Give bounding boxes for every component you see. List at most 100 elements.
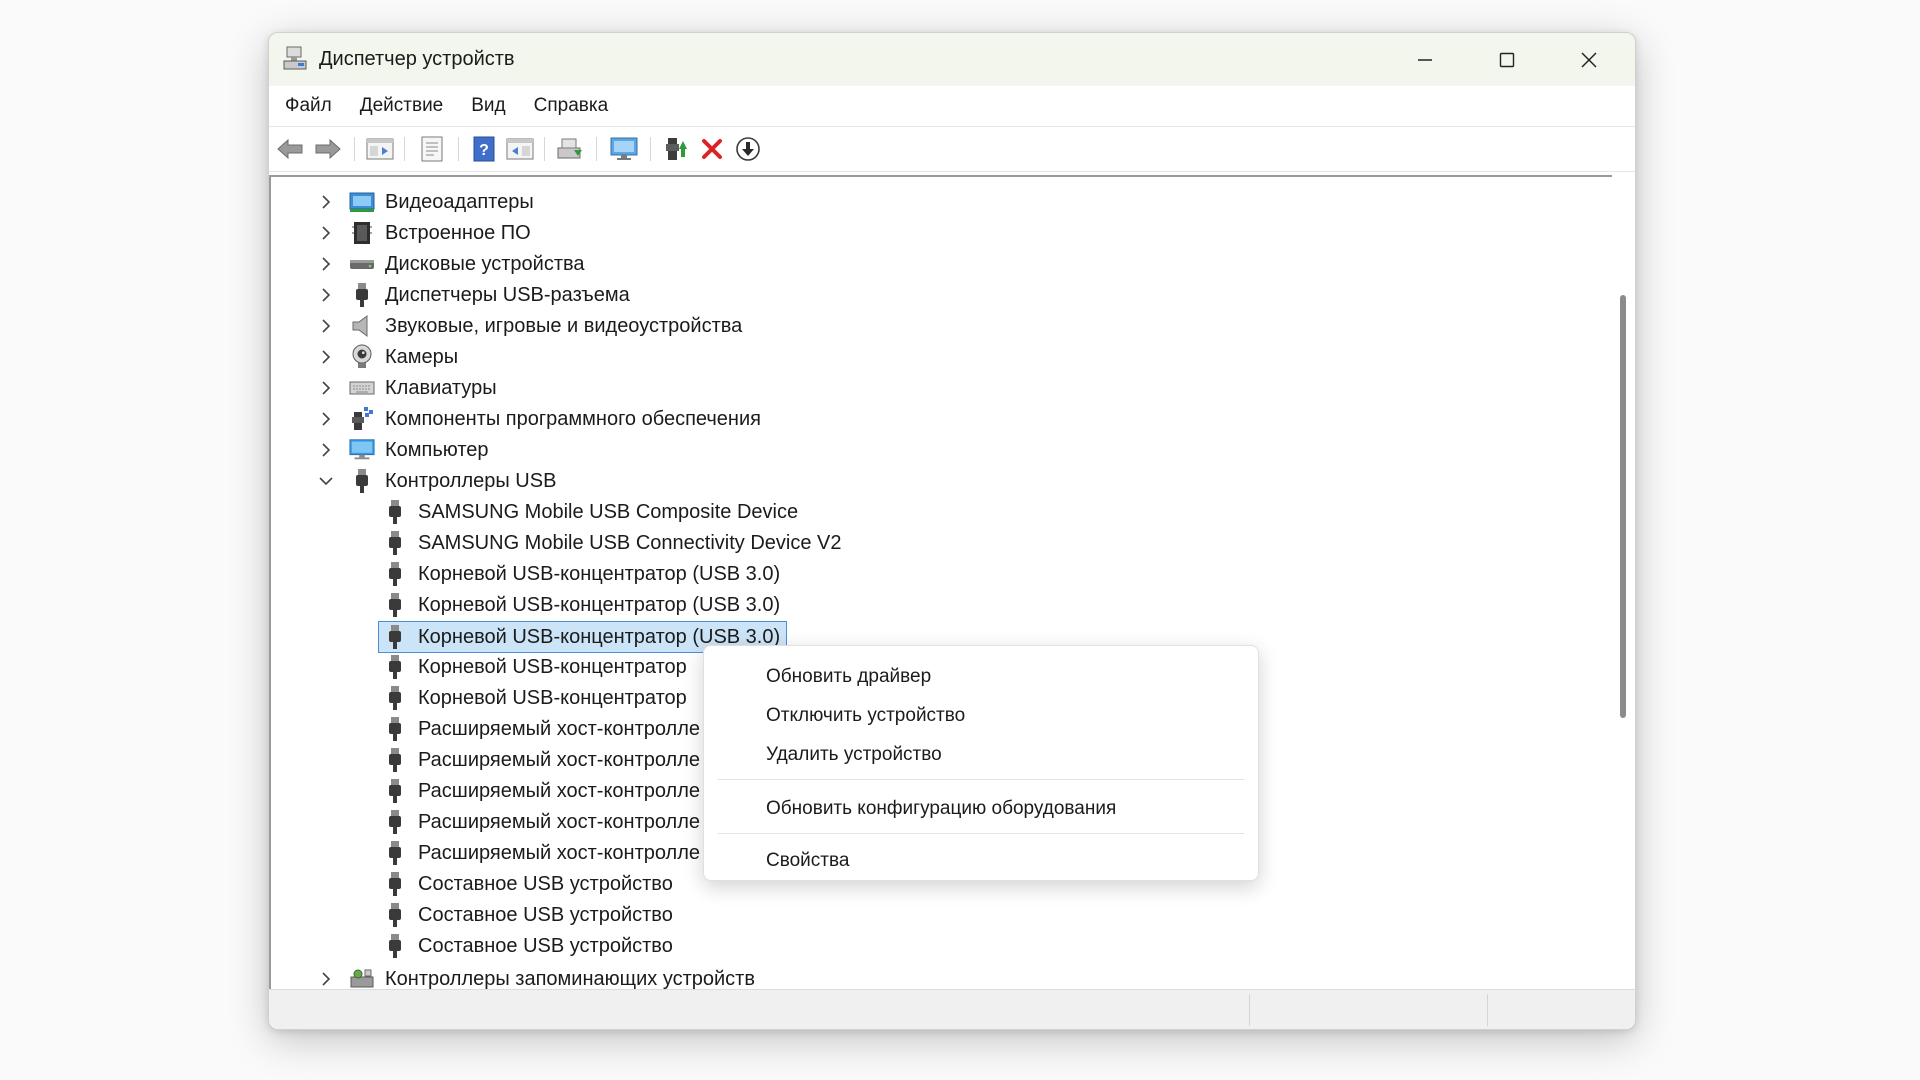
tree-device-row[interactable]: Расширяемый хост-контролле <box>382 714 700 744</box>
forward-button[interactable] <box>313 135 343 163</box>
tree-category-row[interactable]: Встроенное ПО <box>315 218 531 248</box>
tree-category-row[interactable]: Контроллеры запоминающих устройств <box>315 964 755 989</box>
scan-hardware-icon <box>557 138 582 159</box>
enable-device-toolbar-button[interactable] <box>733 135 763 163</box>
tree-category-label: Встроенное ПО <box>385 221 531 244</box>
tree-device-row[interactable]: Расширяемый хост-контролле <box>382 838 700 868</box>
toolbar-separator <box>404 137 405 161</box>
tree-device-row[interactable]: Расширяемый хост-контролле <box>382 776 700 806</box>
tree-category-row[interactable]: Дисковые устройства <box>315 249 585 279</box>
uninstall-device-menu-item[interactable]: Удалить устройство <box>704 736 1258 774</box>
properties-toolbar-button[interactable] <box>417 135 447 163</box>
tree-device-row[interactable]: Корневой USB-концентратор (USB 3.0) <box>382 559 780 589</box>
tree-device-label: Корневой USB-концентратор (USB 3.0) <box>418 562 781 585</box>
chevron-right-icon[interactable] <box>315 964 337 989</box>
tree-device-row[interactable]: Составное USB устройство <box>382 869 673 899</box>
action-pane-icon <box>506 138 534 160</box>
tree-device-label: Составное USB устройство <box>418 872 673 895</box>
tree-category-label: Контроллеры запоминающих устройств <box>385 967 755 990</box>
tree-device-row[interactable]: SAMSUNG Mobile USB Connectivity Device V… <box>382 528 841 558</box>
monitor-icon <box>610 137 638 160</box>
menu-file[interactable]: Файл <box>285 91 332 121</box>
toolbar-separator <box>544 137 545 161</box>
show-hide-console-tree-button[interactable] <box>365 135 395 163</box>
tree-device-row[interactable]: Составное USB устройство <box>382 900 673 930</box>
menu-view[interactable]: Вид <box>471 91 505 121</box>
help-icon: ? <box>473 136 495 162</box>
close-button[interactable] <box>1549 33 1629 86</box>
minimize-button[interactable] <box>1385 33 1465 86</box>
tree-category-row[interactable]: Компьютер <box>315 435 489 465</box>
minimize-icon <box>1418 58 1432 61</box>
tree-category-row[interactable]: Камеры <box>315 342 458 372</box>
show-action-pane-button[interactable] <box>505 135 535 163</box>
help-button[interactable]: ? <box>469 135 499 163</box>
scan-hardware-menu-item[interactable]: Обновить конфигурацию оборудования <box>704 790 1258 828</box>
chevron-right-icon[interactable] <box>315 311 337 341</box>
tree-category-label: Видеоадаптеры <box>385 190 534 213</box>
tree-device-row[interactable]: Корневой USB-концентратор <box>382 683 687 713</box>
chevron-right-icon[interactable] <box>315 435 337 465</box>
tree-device-label: SAMSUNG Mobile USB Composite Device <box>418 500 799 523</box>
title-bar[interactable]: Диспетчер устройств <box>269 33 1635 86</box>
uninstall-device-toolbar-button[interactable] <box>697 135 727 163</box>
tree-device-label: Расширяемый хост-контролле <box>418 748 701 771</box>
tree-category-row[interactable]: Звуковые, игровые и видеоустройства <box>315 311 742 341</box>
chevron-right-icon[interactable] <box>315 280 337 310</box>
maximize-button[interactable] <box>1467 33 1547 86</box>
tree-category-row[interactable]: Компоненты программного обеспечения <box>315 404 761 434</box>
maximize-icon <box>1499 52 1515 67</box>
tree-device-row[interactable]: Корневой USB-концентратор (USB 3.0) <box>382 590 780 620</box>
tree-device-label: Расширяемый хост-контролле <box>418 717 701 740</box>
update-driver-menu-item[interactable]: Обновить драйвер <box>704 658 1258 696</box>
status-bar <box>269 989 1635 1029</box>
tree-category-row[interactable]: Диспетчеры USB-разъема <box>315 280 630 310</box>
chevron-right-icon[interactable] <box>315 218 337 248</box>
scan-hardware-changes-button[interactable] <box>555 135 585 163</box>
usb-device-icon <box>382 778 408 804</box>
menu-separator <box>718 833 1244 834</box>
computer-icon <box>349 437 375 463</box>
close-icon <box>1581 51 1597 68</box>
tree-category-label: Клавиатуры <box>385 376 497 399</box>
tree-category-row-expanded[interactable]: Контроллеры USB <box>315 466 556 496</box>
tree-device-row[interactable]: SAMSUNG Mobile USB Composite Device <box>382 497 798 527</box>
tree-device-label: Расширяемый хост-контролле <box>418 779 701 802</box>
chevron-right-icon[interactable] <box>315 187 337 217</box>
monitor-toolbar-button[interactable] <box>609 135 639 163</box>
context-menu: Обновить драйвер Отключить устройство Уд… <box>703 645 1259 881</box>
arrow-right-icon <box>315 138 341 160</box>
usb-device-icon <box>382 592 408 618</box>
status-separator <box>1249 994 1250 1026</box>
toolbar-separator <box>354 137 355 161</box>
tree-category-row[interactable]: Видеоадаптеры <box>315 187 534 217</box>
tree-device-label: Корневой USB-концентратор <box>418 686 687 709</box>
menu-action[interactable]: Действие <box>360 91 444 121</box>
tree-device-label: Корневой USB-концентратор <box>418 655 687 678</box>
scrollbar-thumb[interactable] <box>1620 295 1626 718</box>
usb-device-icon <box>382 716 408 742</box>
chevron-right-icon[interactable] <box>315 249 337 279</box>
usb-device-icon <box>382 902 408 928</box>
toolbar-separator <box>458 137 459 161</box>
speaker-icon <box>349 313 375 339</box>
usb-device-icon <box>382 561 408 587</box>
chevron-right-icon[interactable] <box>315 342 337 372</box>
properties-menu-item[interactable]: Свойства <box>704 842 1258 880</box>
tree-device-row[interactable]: Составное USB устройство <box>382 931 673 961</box>
tree-category-row[interactable]: Клавиатуры <box>315 373 497 403</box>
chevron-right-icon[interactable] <box>315 404 337 434</box>
chevron-right-icon[interactable] <box>315 373 337 403</box>
tree-device-row[interactable]: Корневой USB-концентратор <box>382 652 687 682</box>
chevron-down-icon[interactable] <box>315 466 337 496</box>
tree-device-row[interactable]: Расширяемый хост-контролле <box>382 745 700 775</box>
arrow-left-icon <box>277 138 303 160</box>
tree-device-label: Составное USB устройство <box>418 903 673 926</box>
menu-help[interactable]: Справка <box>534 91 609 121</box>
svg-text:?: ? <box>479 142 489 159</box>
disable-device-menu-item[interactable]: Отключить устройство <box>704 697 1258 735</box>
update-driver-toolbar-button[interactable] <box>661 135 691 163</box>
back-button[interactable] <box>275 135 305 163</box>
tree-device-row[interactable]: Расширяемый хост-контролле <box>382 807 700 837</box>
usb-device-icon <box>382 624 408 650</box>
